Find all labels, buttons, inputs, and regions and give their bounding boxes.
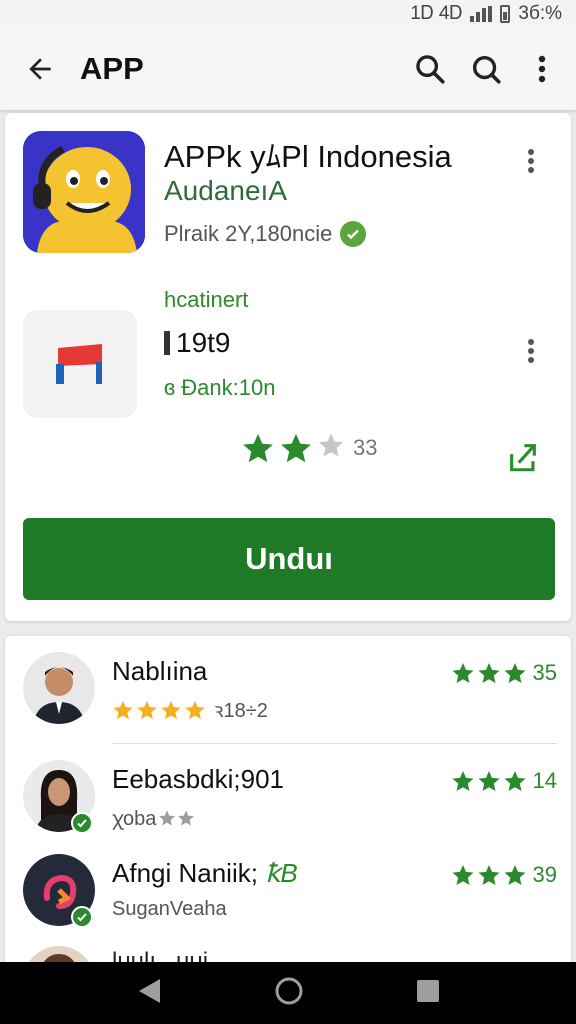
reviewer-name: Nablıina <box>112 656 208 686</box>
share-icon[interactable] <box>495 429 551 485</box>
review-rating: 14 <box>451 768 557 794</box>
star-icon <box>452 771 474 791</box>
app-rating: 33 <box>241 431 377 465</box>
file-icon <box>164 331 170 355</box>
review-item[interactable]: Nablıina ꝛ18÷2 35 <box>5 636 571 736</box>
star-icon <box>478 771 500 791</box>
review-count: 39 <box>532 862 557 887</box>
reviewer-name: Afngi Naniik; ꝁB <box>112 858 298 889</box>
review-subtitle: SuganVeaha <box>112 898 227 921</box>
sub-item-downloads: ɞ Ðank:10n <box>164 375 276 400</box>
app-meta: Plraik 2Y,180ncie <box>164 221 367 247</box>
back-arrow-icon[interactable] <box>12 41 68 97</box>
app-bar: APP <box>0 28 576 110</box>
search-icon[interactable] <box>458 41 514 97</box>
app-name: APPk yﾑPl Indonesia <box>164 139 452 174</box>
reviewer-name-text: Afngi Naniik; <box>112 858 258 888</box>
star-icon <box>137 700 157 719</box>
more-vert-icon[interactable] <box>514 41 570 97</box>
star-icon <box>452 663 474 683</box>
avatar <box>23 652 95 724</box>
network-indicator: 1Ꭰ 4Ꭰ <box>410 3 463 24</box>
install-button[interactable]: Unduı <box>23 518 555 600</box>
page-title: APP <box>80 51 144 86</box>
review-subtitle: ꭓoba <box>112 804 195 831</box>
sub-item-size: 19t9 <box>164 327 231 359</box>
status-bar: 1Ꭰ 4Ꭰ 3б:% <box>0 0 576 28</box>
review-subtitle-text: SuganVeaha <box>112 898 227 920</box>
star-icon <box>452 865 474 885</box>
app-icon[interactable] <box>23 131 145 253</box>
developer-name[interactable]: AudaneıA <box>164 175 287 207</box>
star-icon <box>504 865 526 885</box>
review-subtitle-text: ꭓoba <box>112 808 157 830</box>
review-rating: 39 <box>451 862 557 888</box>
star-icon <box>159 810 176 825</box>
sub-item-size-text: 19t9 <box>176 327 231 358</box>
reviews-card: Nablıina ꝛ18÷2 35 Eebasbdki;901 ꭓoba 14 … <box>5 636 571 966</box>
search-icon[interactable] <box>402 41 458 97</box>
battery-level: 3б:% <box>518 3 562 24</box>
verified-check-icon <box>71 812 93 834</box>
app-detail-card: APPk yﾑPl Indonesia AudaneıA Plraik 2Y,1… <box>5 113 571 621</box>
star-icon <box>178 810 195 825</box>
nav-home-icon[interactable] <box>274 976 304 1011</box>
more-vert-icon[interactable] <box>503 133 559 189</box>
nav-recents-icon[interactable] <box>416 979 440 1008</box>
reviewer-name: Eebasbdki;901 <box>112 764 285 794</box>
star-icon <box>318 433 344 457</box>
sub-item-label: hcatinert <box>164 287 249 312</box>
star-icon <box>243 433 273 463</box>
verified-check-icon <box>340 221 367 247</box>
star-icon <box>113 700 133 719</box>
review-item[interactable]: Afngi Naniik; ꝁB SuganVeaha 39 <box>5 838 571 938</box>
reviewer-name-suffix: ꝁB <box>265 858 298 888</box>
nav-back-icon[interactable] <box>136 977 162 1010</box>
review-item[interactable]: Eebasbdki;901 ꭓoba 14 <box>5 744 571 844</box>
star-icon <box>185 700 205 719</box>
review-subtitle: ꝛ18÷2 <box>112 696 268 723</box>
verified-check-icon <box>71 906 93 928</box>
star-icon <box>281 433 311 463</box>
review-count: 35 <box>532 660 557 685</box>
review-count: 14 <box>532 768 557 793</box>
star-icon <box>478 865 500 885</box>
review-rating: 35 <box>451 660 557 686</box>
rating-count: 33 <box>353 435 378 460</box>
app-meta-text: Plraik 2Y,180ncie <box>164 221 333 246</box>
star-icon <box>161 700 181 719</box>
signal-icon <box>470 6 493 22</box>
star-icon <box>504 771 526 791</box>
system-nav-bar <box>0 962 576 1024</box>
star-icon <box>478 663 500 683</box>
review-subtitle-text: ꝛ18÷2 <box>214 700 268 722</box>
battery-icon <box>500 5 511 23</box>
sub-app-icon[interactable] <box>23 310 137 418</box>
star-icon <box>504 663 526 683</box>
more-vert-icon[interactable] <box>503 323 559 379</box>
